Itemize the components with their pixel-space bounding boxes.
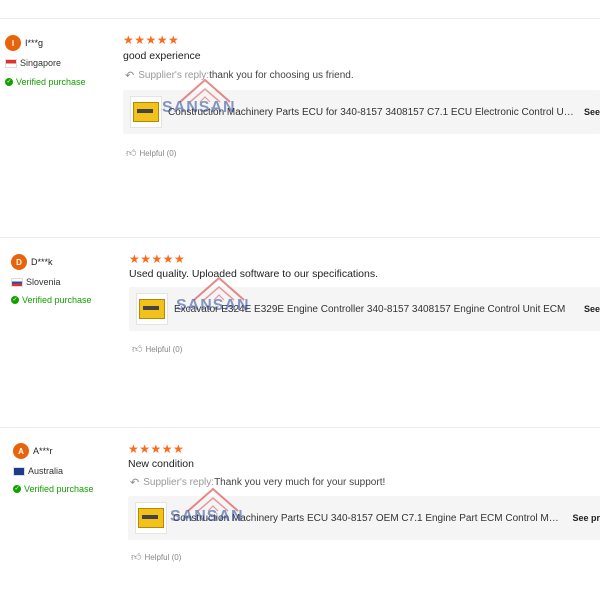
helpful-button[interactable]: 👍︎ Helpful (0) <box>131 551 181 563</box>
star-rating: ★★★★★ <box>129 252 186 266</box>
country-label: Slovenia <box>26 277 61 287</box>
review-divider <box>0 237 600 238</box>
product-title[interactable]: Excavator E324E E329E Engine Controller … <box>174 304 574 315</box>
verified-purchase-badge: ✓ Verified purchase <box>5 77 86 87</box>
reply-label: Supplier's reply: <box>143 477 215 488</box>
reply-label: Supplier's reply: <box>138 70 210 81</box>
reviewer-country: Slovenia <box>11 277 61 287</box>
helpful-label: Helpful (0) <box>139 148 177 158</box>
star-rating: ★★★★★ <box>128 442 185 456</box>
supplier-reply: ↶ Supplier's reply: thank you for choosi… <box>125 69 354 82</box>
helpful-button[interactable]: 👍︎ Helpful (0) <box>126 147 176 159</box>
product-title[interactable]: Construction Machinery Parts ECU for 340… <box>168 107 574 118</box>
product-thumbnail <box>136 293 168 325</box>
check-icon: ✓ <box>5 78 13 86</box>
review-text: New condition <box>128 458 194 470</box>
verified-label: Verified purchase <box>24 484 94 494</box>
see-product-link[interactable]: See pr <box>572 513 600 523</box>
star-rating: ★★★★★ <box>123 33 180 47</box>
australia-flag-icon <box>13 466 25 476</box>
helpful-label: Helpful (0) <box>144 552 182 562</box>
review-text: Used quality. Uploaded software to our s… <box>129 268 379 280</box>
ecu-image-icon <box>139 299 165 319</box>
reviewer-country: Australia <box>13 466 63 476</box>
see-product-link[interactable]: See <box>584 107 600 117</box>
verified-purchase-badge: ✓ Verified purchase <box>13 484 94 494</box>
verified-label: Verified purchase <box>16 77 86 87</box>
reviewer-name: I***g <box>25 38 44 48</box>
check-icon: ✓ <box>13 485 21 493</box>
verified-purchase-badge: ✓ Verified purchase <box>11 295 92 305</box>
avatar: A <box>13 443 29 459</box>
singapore-flag-icon <box>5 58 17 68</box>
review-divider <box>0 427 600 428</box>
verified-label: Verified purchase <box>22 295 92 305</box>
slovenia-flag-icon <box>11 277 23 287</box>
thumbs-up-icon: 👍︎ <box>132 344 143 355</box>
thumbs-up-icon: 👍︎ <box>131 552 142 563</box>
reviewer-country: Singapore <box>5 58 61 68</box>
reviewer-name: A***r <box>33 446 53 456</box>
product-card[interactable]: Excavator E324E E329E Engine Controller … <box>129 287 600 331</box>
product-card[interactable]: Construction Machinery Parts ECU for 340… <box>123 90 600 134</box>
top-divider <box>0 18 600 19</box>
reviewer-name: D***k <box>31 257 53 267</box>
reply-text: thank you for choosing us friend. <box>209 70 354 81</box>
reply-arrow-icon: ↶ <box>125 70 135 82</box>
review-text: good experience <box>123 50 201 62</box>
avatar: I <box>5 35 21 51</box>
avatar: D <box>11 254 27 270</box>
reply-arrow-icon: ↶ <box>130 477 140 489</box>
see-product-link[interactable]: See <box>584 304 600 314</box>
country-label: Singapore <box>20 58 62 68</box>
product-thumbnail <box>130 96 162 128</box>
helpful-label: Helpful (0) <box>145 344 183 354</box>
check-icon: ✓ <box>11 296 19 304</box>
product-card[interactable]: Construction Machinery Parts ECU 340-815… <box>128 496 600 540</box>
ecu-image-icon <box>133 102 159 122</box>
ecu-image-icon <box>138 508 164 528</box>
product-title[interactable]: Construction Machinery Parts ECU 340-815… <box>173 513 562 524</box>
reply-text: Thank you very much for your support! <box>214 477 386 488</box>
thumbs-up-icon: 👍︎ <box>126 148 137 159</box>
country-label: Australia <box>28 466 64 476</box>
helpful-button[interactable]: 👍︎ Helpful (0) <box>132 343 182 355</box>
supplier-reply: ↶ Supplier's reply: Thank you very much … <box>130 476 385 489</box>
product-thumbnail <box>135 502 167 534</box>
